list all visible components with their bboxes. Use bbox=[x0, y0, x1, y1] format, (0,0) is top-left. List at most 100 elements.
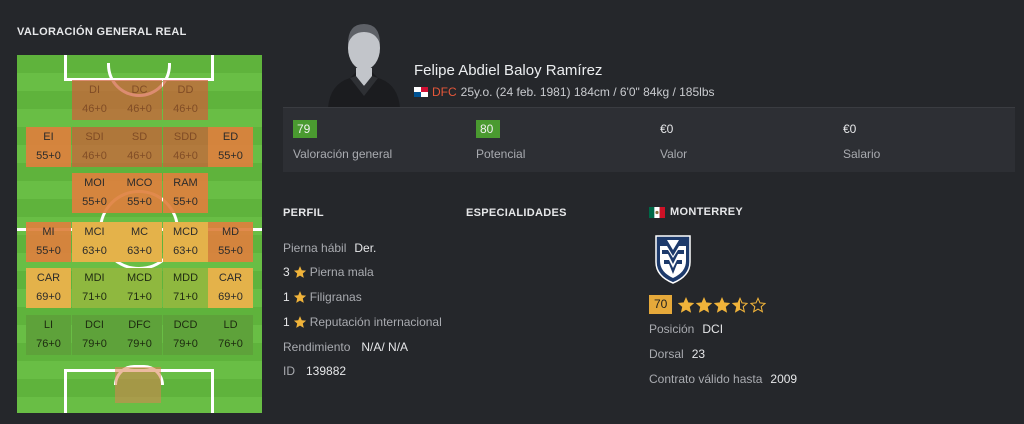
position-rating: 55+0 bbox=[218, 245, 243, 257]
value-stat: €0 Valor bbox=[660, 120, 687, 161]
star-icon bbox=[696, 296, 713, 313]
position-rating: 63+0 bbox=[173, 245, 198, 257]
stats-panel: 79 Valoración general 80 Potencial €0 Va… bbox=[283, 107, 1015, 172]
pitch-position-cell: MCI 63+0 bbox=[72, 222, 117, 262]
reputation-value: 1 bbox=[283, 315, 290, 329]
position-code: MCO bbox=[126, 177, 153, 189]
skill-moves-row: 1 Filigranas bbox=[283, 290, 362, 304]
club-position-row: Posición DCI bbox=[649, 322, 723, 336]
star-icon bbox=[732, 296, 749, 313]
position-code: LD bbox=[223, 319, 238, 331]
star-icon bbox=[678, 296, 695, 313]
pitch-position-cell: DFC 79+0 bbox=[117, 315, 162, 355]
position-code: DI bbox=[89, 84, 100, 96]
position-code: MI bbox=[42, 226, 55, 238]
position-rating: 76+0 bbox=[36, 338, 61, 350]
position-code: SDI bbox=[85, 131, 104, 143]
pitch-position-cell: MDI 71+0 bbox=[72, 268, 117, 308]
pitch-position-cell: DCI 79+0 bbox=[72, 315, 117, 355]
pitch-position-cell: DC 46+0 bbox=[117, 80, 162, 120]
pitch-position-cell: CAR 69+0 bbox=[26, 268, 71, 308]
preferred-foot-row: Pierna hábil Der. bbox=[283, 241, 376, 255]
contract-row: Contrato válido hasta 2009 bbox=[649, 372, 797, 386]
pitch-position-cell: DCD 79+0 bbox=[163, 315, 208, 355]
pitch-position-cell: MCD 71+0 bbox=[117, 268, 162, 308]
overall-rating-badge: 79 bbox=[293, 120, 317, 138]
player-avatar bbox=[326, 18, 402, 108]
pitch-position-cell: MCO 55+0 bbox=[117, 173, 162, 213]
reputation-label: Reputación internacional bbox=[309, 315, 442, 329]
pitch-position-cell: SDI 46+0 bbox=[72, 127, 117, 167]
position-code: MDI bbox=[84, 272, 105, 284]
section-title-rating: VALORACIÓN GENERAL REAL bbox=[17, 26, 187, 38]
position-code: CAR bbox=[36, 272, 61, 284]
goalkeeper-cell bbox=[115, 367, 161, 403]
player-name: Felipe Abdiel Baloy Ramírez bbox=[414, 62, 603, 79]
overall-label: Valoración general bbox=[293, 147, 393, 161]
pitch-position-cell: MC 63+0 bbox=[117, 222, 162, 262]
star-icon bbox=[293, 266, 306, 278]
position-code: MCD bbox=[126, 272, 153, 284]
specialities-heading: ESPECIALIDADES bbox=[466, 207, 567, 219]
position-code: LI bbox=[43, 319, 54, 331]
club-position-label: Posición bbox=[649, 322, 695, 336]
potential-label: Potencial bbox=[476, 147, 526, 161]
skill-moves-label: Filigranas bbox=[309, 290, 362, 304]
position-code: MC bbox=[130, 226, 149, 238]
pitch-position-cell: LD 76+0 bbox=[208, 315, 253, 355]
work-rate-row: Rendimiento N/A/ N/A bbox=[283, 340, 408, 354]
salary-stat: €0 Salario bbox=[843, 120, 880, 161]
position-rating: 71+0 bbox=[173, 291, 198, 303]
reputation-row: 1 Reputación internacional bbox=[283, 315, 442, 329]
position-rating: 46+0 bbox=[82, 103, 107, 115]
position-code: EI bbox=[43, 131, 54, 143]
id-row: ID 139882 bbox=[283, 364, 346, 378]
player-details: 25y.o. (24 feb. 1981) 184cm / 6'0" 84kg … bbox=[460, 85, 715, 99]
pitch-position-cell: MI 55+0 bbox=[26, 222, 71, 262]
star-icon bbox=[750, 296, 767, 313]
work-rate-label: Rendimiento bbox=[283, 340, 351, 354]
pitch-position-cell: MOI 55+0 bbox=[72, 173, 117, 213]
position-code: MCI bbox=[84, 226, 105, 238]
club-position-value[interactable]: DCI bbox=[702, 322, 723, 336]
skill-moves-value: 1 bbox=[283, 290, 290, 304]
position-rating: 71+0 bbox=[82, 291, 107, 303]
contract-value: 2009 bbox=[770, 372, 798, 386]
player-info: DFC 25y.o. (24 feb. 1981) 184cm / 6'0" 8… bbox=[414, 85, 715, 99]
pitch-position-cell: DD 46+0 bbox=[163, 80, 208, 120]
pitch-position-cell: MD 55+0 bbox=[208, 222, 253, 262]
club-header: MONTERREY bbox=[649, 206, 743, 218]
position-code: ED bbox=[222, 131, 239, 143]
club-name[interactable]: MONTERREY bbox=[670, 206, 743, 218]
position-rating: 46+0 bbox=[173, 103, 198, 115]
pitch-position-cell: SDD 46+0 bbox=[163, 127, 208, 167]
position-rating: 69+0 bbox=[36, 291, 61, 303]
position-rating: 55+0 bbox=[82, 196, 107, 208]
position-code: MCD bbox=[172, 226, 199, 238]
position-rating: 63+0 bbox=[82, 245, 107, 257]
star-icon bbox=[714, 296, 731, 313]
contract-label: Contrato válido hasta bbox=[649, 372, 763, 386]
position-code: DC bbox=[131, 84, 148, 96]
position-rating: 55+0 bbox=[127, 196, 152, 208]
position-code: RAM bbox=[173, 177, 198, 189]
jersey-number-value: 23 bbox=[691, 347, 706, 361]
pitch-position-cell: RAM 55+0 bbox=[163, 173, 208, 213]
position-code: MD bbox=[221, 226, 240, 238]
position-rating: 46+0 bbox=[127, 103, 152, 115]
pitch-position-cell: MDD 71+0 bbox=[163, 268, 208, 308]
pitch-position-cell: ED 55+0 bbox=[208, 127, 253, 167]
position-rating: 69+0 bbox=[218, 291, 243, 303]
player-position[interactable]: DFC bbox=[432, 85, 457, 99]
potential-stat: 80 Potencial bbox=[476, 120, 525, 161]
position-rating: 79+0 bbox=[127, 338, 152, 350]
position-code: SD bbox=[131, 131, 148, 143]
star-icon bbox=[293, 316, 306, 328]
position-rating: 46+0 bbox=[127, 150, 152, 162]
work-rate-value: N/A/ N/A bbox=[361, 340, 409, 354]
position-code: MOI bbox=[84, 177, 105, 189]
id-value: 139882 bbox=[306, 364, 347, 378]
position-rating: 46+0 bbox=[173, 150, 198, 162]
position-rating: 46+0 bbox=[82, 150, 107, 162]
pitch-rating-map: DI 46+0 DC 46+0 DD 46+0 EI 55+0 SDI 46+0 SD 46+0 SDD… bbox=[17, 55, 262, 413]
